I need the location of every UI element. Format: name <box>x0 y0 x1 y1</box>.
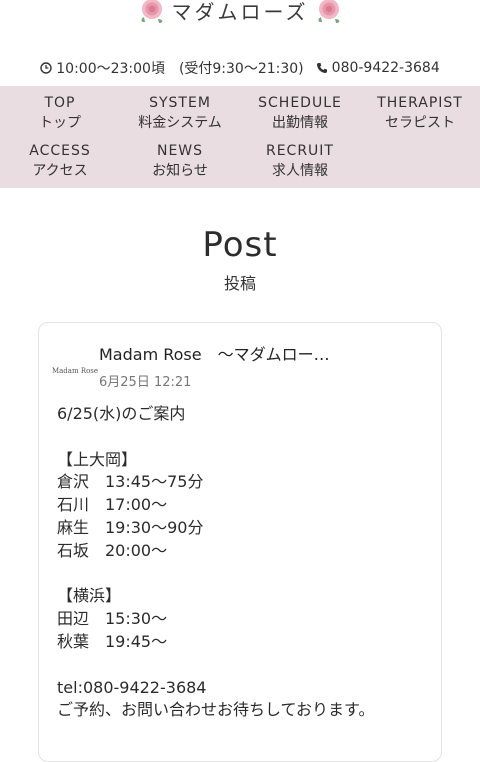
nav-label-en: TOP <box>44 95 76 111</box>
rose-icon <box>317 0 339 23</box>
post-body: 6/25(水)のご案内 【上大岡】 倉沢 13:45〜75分 石川 17:00〜… <box>57 403 437 722</box>
nav-label-en: NEWS <box>156 143 204 159</box>
business-hours: 10:00〜23:00頃 (受付9:30〜21:30) <box>40 58 304 78</box>
nav-label-en: RECRUIT <box>265 143 334 159</box>
post-line: 田辺 15:30〜 <box>57 609 168 629</box>
post-card: Madam Rose Madam Rose 〜マダムロー… 6月25日 12:2… <box>38 322 442 762</box>
post-author[interactable]: Madam Rose 〜マダムロー… <box>99 345 330 365</box>
clock-icon <box>40 62 52 74</box>
post-line: 石川 17:00〜 <box>57 495 168 515</box>
phone-link[interactable]: 080-9422-3684 <box>316 60 440 76</box>
nav-access[interactable]: ACCESS アクセス <box>0 142 120 190</box>
nav-label-jp: 料金システム <box>138 115 222 131</box>
contact-bar: 10:00〜23:00頃 (受付9:30〜21:30) 080-9422-368… <box>0 58 480 78</box>
nav-news[interactable]: NEWS お知らせ <box>120 142 240 190</box>
post-header: Madam Rose Madam Rose 〜マダムロー… 6月25日 12:2… <box>52 345 330 390</box>
post-line: 麻生 19:30〜90分 <box>57 517 204 537</box>
post-line: ご予約、お問い合わせお待ちしております。 <box>57 700 375 720</box>
post-line: 倉沢 13:45〜75分 <box>57 472 204 492</box>
nav-label-en: THERAPIST <box>377 95 463 111</box>
post-line: 石坂 20:00〜 <box>57 540 168 560</box>
post-date: 6月25日 12:21 <box>99 375 192 390</box>
nav-recruit[interactable]: RECRUIT 求人情報 <box>240 142 360 190</box>
page-subtitle: 投稿 <box>223 274 256 293</box>
hours-text: 10:00〜23:00頃 (受付9:30〜21:30) <box>56 61 304 77</box>
rose-icon <box>140 0 162 23</box>
nav-schedule[interactable]: SCHEDULE 出勤情報 <box>240 94 360 142</box>
post-line: 【横浜】 <box>57 586 122 606</box>
phone-text: 080-9422-3684 <box>331 60 440 76</box>
phone-icon <box>316 63 327 73</box>
post-line <box>57 426 437 449</box>
post-line: tel:080-9422-3684 <box>57 677 207 697</box>
post-line: 秋葉 19:45〜 <box>57 631 168 651</box>
post-line <box>57 563 437 586</box>
nav-label-jp: トップ <box>39 115 81 131</box>
nav-label-en: SCHEDULE <box>258 95 342 111</box>
logo-text: マダムローズ <box>171 0 309 24</box>
avatar[interactable]: Madam Rose <box>52 353 98 389</box>
nav-label-jp: 出勤情報 <box>272 115 328 131</box>
nav-label-jp: 求人情報 <box>272 163 328 179</box>
site-logo[interactable]: マダムローズ <box>0 0 480 30</box>
post-line <box>57 654 437 677</box>
page-title: Post <box>202 225 278 265</box>
nav-label-en: ACCESS <box>29 143 91 159</box>
post-line: 6/25(水)のご案内 <box>57 404 186 423</box>
main-navigation: TOP トップ SYSTEM 料金システム SCHEDULE 出勤情報 THER… <box>0 86 480 188</box>
nav-top[interactable]: TOP トップ <box>0 94 120 142</box>
nav-therapist[interactable]: THERAPIST セラピスト <box>360 94 480 142</box>
post-line: 【上大岡】 <box>57 449 138 469</box>
nav-label-jp: お知らせ <box>152 163 208 179</box>
nav-label-jp: セラピスト <box>385 115 455 131</box>
nav-label-en: SYSTEM <box>149 95 211 111</box>
nav-label-jp: アクセス <box>32 163 88 179</box>
nav-system[interactable]: SYSTEM 料金システム <box>120 94 240 142</box>
